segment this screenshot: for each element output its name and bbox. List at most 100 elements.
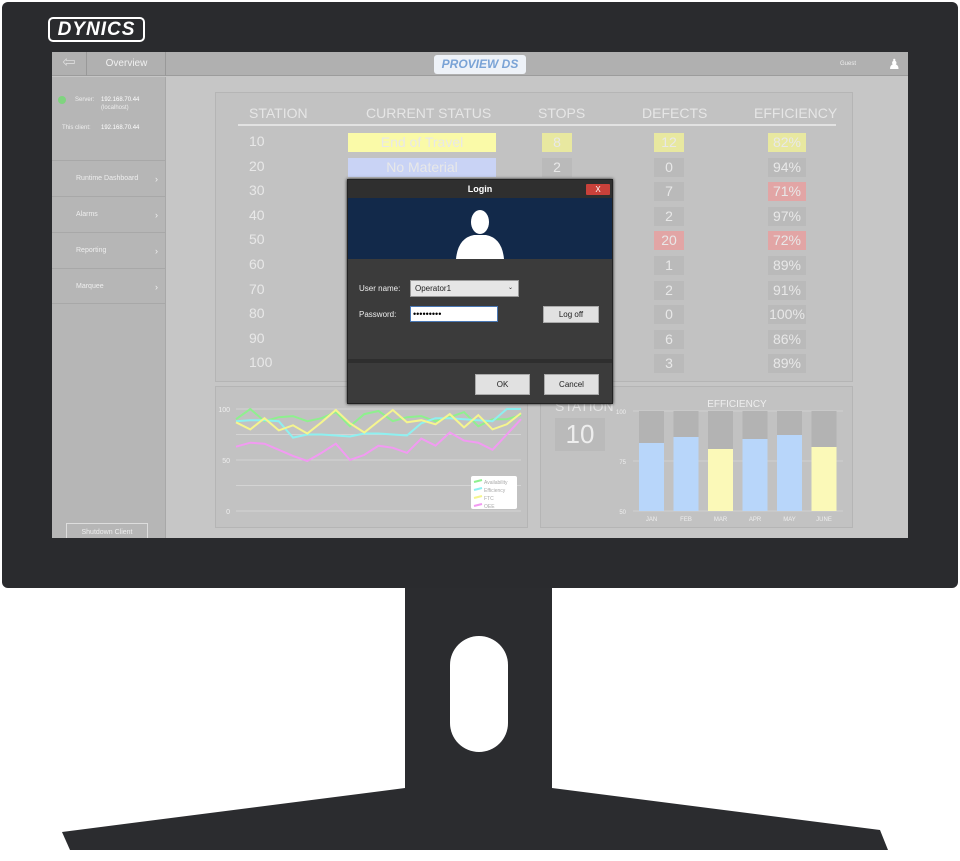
cancel-button[interactable]: Cancel: [544, 374, 599, 395]
proview-logo: PROVIEW DS: [434, 55, 526, 74]
sidebar-item-label: Marquee: [76, 283, 104, 290]
login-banner: [348, 198, 612, 259]
status-badge: No Material: [348, 157, 496, 177]
x-tick-label: JUNE: [816, 517, 832, 523]
trend-chart-panel: 100 50 0 Availability Efficiency FTC OEE: [215, 386, 528, 528]
sidebar-item-marquee[interactable]: Marquee ›: [52, 268, 166, 304]
sidebar-item-label: Runtime Dashboard: [76, 175, 139, 182]
station-number: 20: [249, 157, 265, 174]
sidebar-item-label: Alarms: [76, 211, 98, 218]
efficiency-value: 97%: [768, 206, 806, 226]
sidebar-item-alarms[interactable]: Alarms ›: [52, 196, 166, 232]
server-host: (localhost): [101, 105, 129, 111]
chart-title: EFFICIENCY: [707, 399, 767, 410]
trend-line-chart: 100 50 0 Availability Efficiency FTC OEE: [218, 407, 522, 516]
bar-mar: [708, 449, 733, 511]
username-value: Operator1: [415, 284, 452, 293]
defects-value: 6: [654, 329, 684, 349]
station-number: 60: [249, 256, 265, 272]
efficiency-value: 91%: [768, 280, 806, 300]
user-icon[interactable]: ♟: [888, 56, 901, 73]
series-line-efficiency: [235, 408, 521, 439]
dialog-divider: [348, 359, 612, 363]
header-divider: [238, 124, 836, 126]
legend-label: Efficiency: [484, 488, 506, 494]
station-number: 80: [249, 305, 265, 322]
header-station: STATION: [249, 105, 308, 121]
defects-value: 2: [654, 280, 684, 300]
sidebar-item-runtime-dashboard[interactable]: Runtime Dashboard ›: [52, 160, 166, 196]
station-number: 100: [249, 354, 273, 371]
shutdown-client-button[interactable]: Shutdown Client: [66, 523, 148, 538]
bar-june: [811, 447, 837, 511]
sidebar-item-reporting[interactable]: Reporting ›: [52, 232, 166, 268]
efficiency-value: 82%: [768, 133, 806, 152]
chevron-right-icon: ›: [155, 282, 158, 292]
defects-value: 12: [654, 133, 684, 152]
station-number: 90: [249, 329, 265, 346]
efficiency-value: 100%: [768, 305, 806, 325]
password-input[interactable]: •••••••••: [410, 306, 498, 322]
sidebar-item-label: Reporting: [76, 247, 107, 254]
defects-value: 0: [654, 157, 684, 177]
defects-value: 3: [654, 354, 684, 374]
bar-apr: [742, 439, 768, 511]
efficiency-value: 71%: [768, 182, 806, 202]
monitor-base: [62, 788, 888, 850]
efficiency-panel: STATION 10 EFFICIENCY 100 75 50 JAN FEB MAR APR…: [540, 386, 853, 528]
logoff-button[interactable]: Log off: [543, 306, 599, 323]
stand-cable-hole: [450, 636, 508, 752]
chevron-right-icon: ›: [155, 174, 158, 184]
dynics-logo: DYNICS: [48, 17, 145, 42]
close-button[interactable]: X: [586, 184, 610, 195]
y-tick-label: 100: [218, 407, 230, 414]
server-ip: 192.168.70.44: [101, 97, 140, 103]
server-label: Server:: [75, 97, 95, 103]
dialog-title: Login: [348, 180, 612, 198]
current-user: Guest: [840, 61, 857, 67]
station-number: 40: [249, 206, 265, 223]
chevron-right-icon: ›: [155, 246, 158, 256]
legend-label: Availability: [484, 480, 508, 486]
check-icon: [58, 96, 66, 104]
defects-value: 1: [654, 256, 684, 275]
efficiency-bar-chart: EFFICIENCY 100 75 50 JAN FEB MAR APR MAY JUNE: [616, 399, 843, 523]
x-tick-label: MAR: [714, 517, 728, 523]
defects-value: 7: [654, 182, 684, 202]
username-label: User name:: [359, 284, 401, 293]
station-number: 70: [249, 280, 265, 297]
login-dialog: Login X User name: Operator1 ⌄ Password: …: [347, 179, 613, 404]
user-silhouette-icon: [456, 210, 504, 259]
sidebar: Server: 192.168.70.44 (localhost) This c…: [52, 77, 166, 538]
client-ip: 192.168.70.44: [101, 125, 140, 131]
bar-jan: [639, 443, 664, 511]
username-select[interactable]: Operator1 ⌄: [410, 280, 519, 297]
y-tick-label: 75: [619, 460, 626, 466]
efficiency-value: 72%: [768, 231, 806, 251]
status-badge: End of Travel: [348, 133, 496, 152]
top-bar: ⇦ Overview PROVIEW DS Guest ♟: [52, 52, 908, 76]
header-current-status: CURRENT STATUS: [366, 105, 492, 121]
series-line-availability: [235, 407, 522, 428]
legend-label: FTC: [484, 496, 494, 502]
y-tick-label: 50: [222, 458, 230, 465]
defects-value: 20: [654, 231, 684, 251]
efficiency-value: 86%: [768, 329, 806, 349]
page-title: Overview: [88, 52, 166, 76]
efficiency-value: 89%: [768, 256, 806, 275]
efficiency-value: 94%: [768, 157, 806, 177]
header-defects: DEFECTS: [642, 105, 708, 121]
ok-button[interactable]: OK: [475, 374, 530, 395]
stops-value: 8: [542, 133, 572, 152]
header-stops: STOPS: [538, 105, 586, 121]
stops-value: 2: [542, 157, 572, 177]
x-tick-label: MAY: [783, 517, 796, 523]
defects-value: 0: [654, 305, 684, 325]
chevron-right-icon: ›: [155, 210, 158, 220]
legend-label: OEE: [484, 504, 495, 510]
y-tick-label: 100: [616, 410, 627, 416]
efficiency-value: 89%: [768, 354, 806, 374]
station-number: 10: [249, 133, 265, 149]
arrow-left-icon[interactable]: ⇦: [52, 52, 87, 76]
bar-may: [777, 435, 802, 511]
